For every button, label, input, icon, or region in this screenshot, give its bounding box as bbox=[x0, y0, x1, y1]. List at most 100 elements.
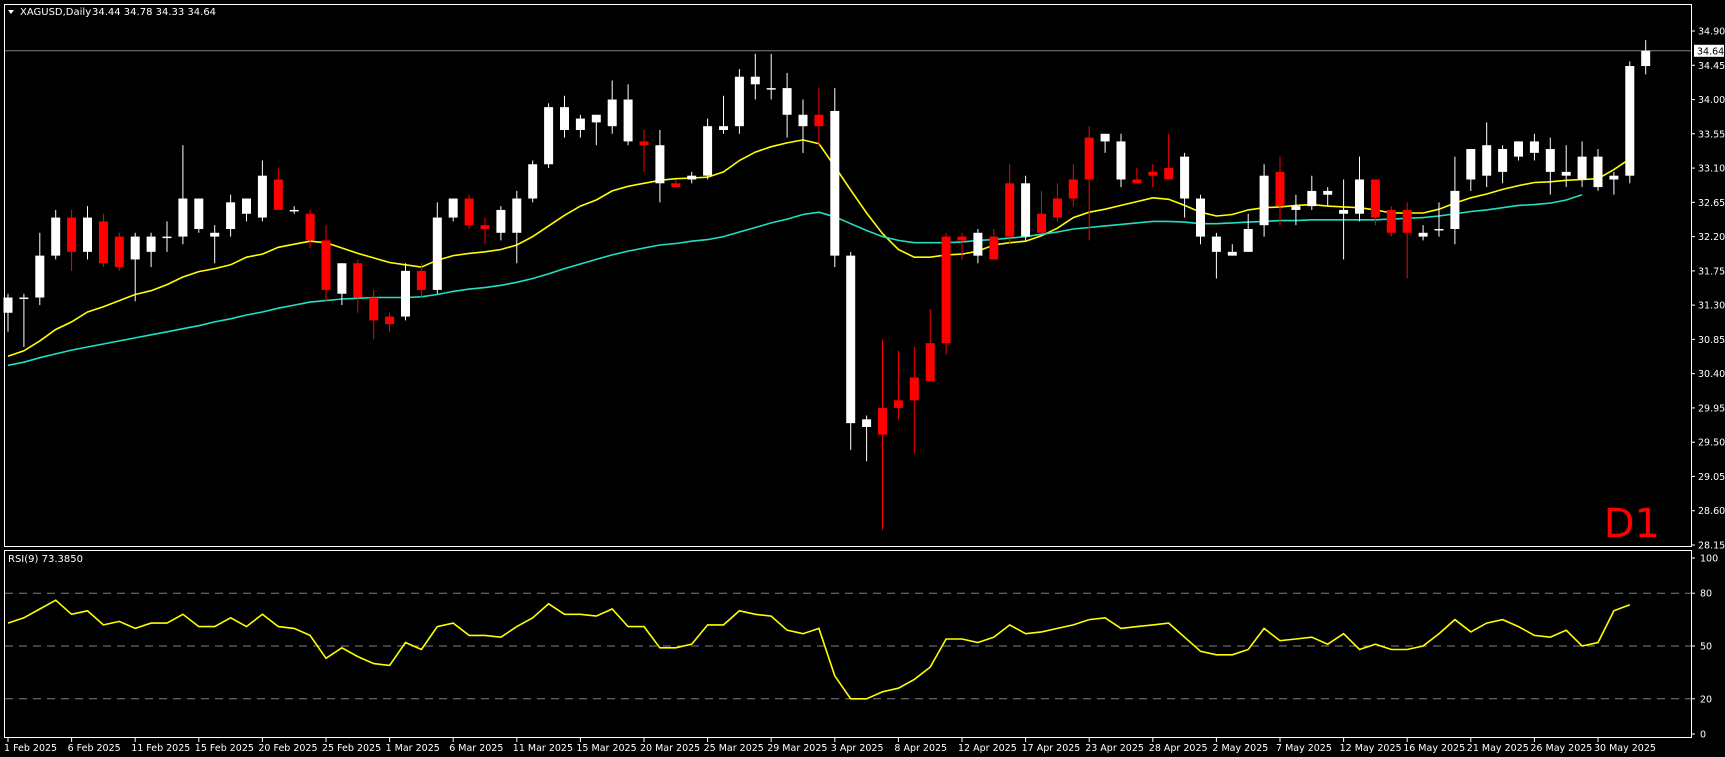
date-axis-tick-label: 15 Feb 2025 bbox=[195, 743, 254, 754]
date-axis-tick-label: 11 Mar 2025 bbox=[513, 743, 573, 754]
bull-candle-body bbox=[1514, 141, 1523, 157]
bear-candle-body bbox=[878, 407, 887, 435]
bull-candle-body bbox=[194, 198, 204, 229]
bull-candle-body bbox=[862, 419, 872, 427]
bull-candle-body bbox=[1180, 156, 1190, 199]
date-axis-tick-label: 15 Mar 2025 bbox=[576, 743, 636, 754]
bear-candle-body bbox=[1068, 179, 1078, 199]
bear-candle-body bbox=[1037, 213, 1046, 233]
rsi-axis-tick-label: 100 bbox=[1700, 554, 1718, 565]
bull-candle-body bbox=[703, 126, 713, 176]
bear-candle-body bbox=[909, 377, 919, 401]
bull-candle-body bbox=[734, 76, 744, 127]
date-axis-tick-label: 25 Feb 2025 bbox=[322, 743, 381, 754]
bull-candle-body bbox=[719, 126, 728, 130]
bull-candle-body bbox=[432, 217, 442, 290]
bull-candle-body bbox=[19, 297, 29, 300]
bear-candle-body bbox=[1132, 179, 1142, 184]
bull-candle-body bbox=[1450, 190, 1460, 229]
bull-candle-body bbox=[591, 114, 601, 123]
bull-candle-body bbox=[830, 110, 840, 256]
price-axis-tick-label: 34.45 bbox=[1698, 61, 1725, 72]
bull-candle-body bbox=[750, 76, 760, 85]
bear-candle-body bbox=[464, 198, 474, 226]
bull-candle-body bbox=[1641, 50, 1651, 67]
price-axis-tick-label: 34.00 bbox=[1698, 95, 1725, 106]
price-axis-tick-label: 29.95 bbox=[1698, 403, 1725, 414]
bull-candle-body bbox=[1339, 209, 1349, 214]
bull-candle-body bbox=[1418, 232, 1428, 237]
bull-candle-body bbox=[1434, 228, 1444, 231]
bear-candle-body bbox=[98, 221, 108, 264]
chart-window[interactable]: 34.90 34.45 34.00 33.55 33.10 32.65 32.20 31.75… bbox=[0, 0, 1725, 757]
date-axis-tick-label: 20 Mar 2025 bbox=[640, 743, 700, 754]
price-axis-tick-label: 32.65 bbox=[1698, 198, 1725, 209]
bull-candle-body bbox=[655, 145, 665, 184]
bull-candle-body bbox=[607, 99, 617, 127]
rsi-axis-tick-label: 80 bbox=[1700, 589, 1712, 600]
bear-candle-body bbox=[385, 316, 395, 325]
bull-candle-body bbox=[401, 270, 410, 317]
bear-candle-body bbox=[989, 236, 999, 260]
date-axis-tick-label: 12 May 2025 bbox=[1340, 743, 1402, 754]
bear-candle-body bbox=[353, 263, 363, 298]
bull-candle-body bbox=[496, 209, 506, 233]
timeframe-label: D1 bbox=[1604, 501, 1660, 547]
price-axis-tick-label: 28.15 bbox=[1698, 541, 1725, 552]
bull-candle-body bbox=[1561, 171, 1571, 176]
date-axis-tick-label: 30 May 2025 bbox=[1594, 743, 1656, 754]
rsi-pane-frame bbox=[4, 550, 1692, 738]
date-axis-tick-label: 6 Feb 2025 bbox=[68, 743, 121, 754]
bull-candle-body bbox=[1323, 190, 1333, 195]
date-axis-tick-label: 23 Apr 2025 bbox=[1085, 743, 1144, 754]
bull-candle-body bbox=[798, 114, 808, 127]
bear-candle-body bbox=[1148, 171, 1158, 176]
date-axis-tick-label: 8 Apr 2025 bbox=[894, 743, 947, 754]
price-axis-tick-label: 29.05 bbox=[1698, 472, 1725, 483]
bear-candle-body bbox=[639, 141, 649, 146]
rsi-axis-tick-label: 20 bbox=[1700, 694, 1712, 705]
date-axis-tick-label: 1 Feb 2025 bbox=[4, 743, 57, 754]
bull-candle-body bbox=[1609, 175, 1619, 180]
bear-candle-body bbox=[1084, 137, 1094, 180]
date-axis-tick-label: 25 Mar 2025 bbox=[704, 743, 764, 754]
date-axis-tick-label: 11 Feb 2025 bbox=[131, 743, 190, 754]
bear-candle-body bbox=[321, 240, 331, 290]
bull-candle-body bbox=[1021, 183, 1031, 237]
price-axis-tick-label: 34.90 bbox=[1698, 27, 1725, 38]
bull-candle-body bbox=[51, 217, 61, 256]
bull-candle-body bbox=[846, 255, 856, 424]
price-axis-tick-label: 31.30 bbox=[1698, 301, 1725, 312]
bull-candle-body bbox=[560, 107, 569, 130]
bull-candle-body bbox=[289, 209, 299, 212]
price-axis-tick-label: 33.10 bbox=[1698, 164, 1725, 175]
bull-candle-body bbox=[1307, 190, 1317, 207]
bull-candle-body bbox=[448, 198, 458, 218]
bear-candle-body bbox=[369, 297, 379, 321]
bull-candle-body bbox=[1100, 133, 1110, 142]
bear-candle-body bbox=[957, 236, 967, 241]
bull-candle-body bbox=[1291, 206, 1301, 210]
bull-candle-body bbox=[3, 297, 13, 313]
bear-candle-body bbox=[1370, 179, 1380, 218]
date-axis-tick-label: 2 May 2025 bbox=[1212, 743, 1268, 754]
date-axis-tick-label: 20 Feb 2025 bbox=[258, 743, 317, 754]
bull-candle-body bbox=[35, 255, 45, 298]
date-axis-tick-label: 17 Apr 2025 bbox=[1022, 743, 1081, 754]
current-price-label: 34.64 bbox=[1697, 46, 1724, 57]
bull-candle-body bbox=[1577, 156, 1587, 180]
bull-candle-body bbox=[226, 202, 236, 229]
bear-candle-body bbox=[1052, 198, 1062, 218]
bear-candle-body bbox=[925, 343, 935, 382]
rsi-axis-tick-label: 0 bbox=[1700, 730, 1706, 741]
bull-candle-body bbox=[257, 175, 267, 218]
bull-candle-body bbox=[242, 198, 251, 214]
bull-candle-body bbox=[1498, 149, 1508, 172]
bear-candle-body bbox=[67, 217, 77, 252]
rsi-axis-tick-label: 50 bbox=[1700, 642, 1712, 653]
bear-candle-body bbox=[273, 179, 283, 210]
bull-candle-body bbox=[973, 232, 983, 256]
bull-candle-body bbox=[146, 236, 156, 252]
bull-candle-body bbox=[512, 198, 522, 233]
bull-candle-body bbox=[337, 263, 347, 294]
